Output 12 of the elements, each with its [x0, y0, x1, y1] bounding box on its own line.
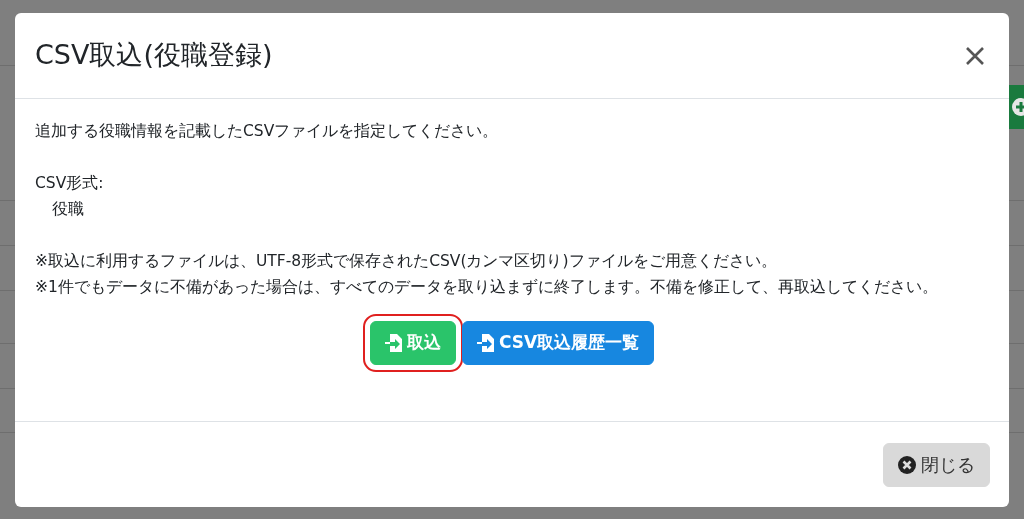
- note-text: ※1件でもデータに不備があった場合は、すべてのデータを取り込まずに終了します。不備を修正して、再取込してください。: [35, 277, 939, 298]
- close-button[interactable]: 閉じる: [883, 442, 990, 487]
- format-value: 役職: [51, 199, 85, 220]
- format-label: CSV形式:: [35, 173, 105, 194]
- close-icon: [898, 455, 916, 474]
- note-text: ※取込に利用するファイルは、UTF-8形式で保存されたCSV(カンマ区切り)ファイルをご用意ください。: [35, 251, 778, 272]
- file-import-icon: [476, 333, 495, 353]
- close-icon: [965, 46, 985, 66]
- history-button[interactable]: CSV取込履歴一覧: [461, 321, 655, 365]
- body-text: 追加する役職情報を記載したCSVファイルを指定してください。: [35, 121, 500, 142]
- file-import-icon: [384, 333, 403, 353]
- dialog-title: CSV取込(役職登録): [35, 39, 273, 72]
